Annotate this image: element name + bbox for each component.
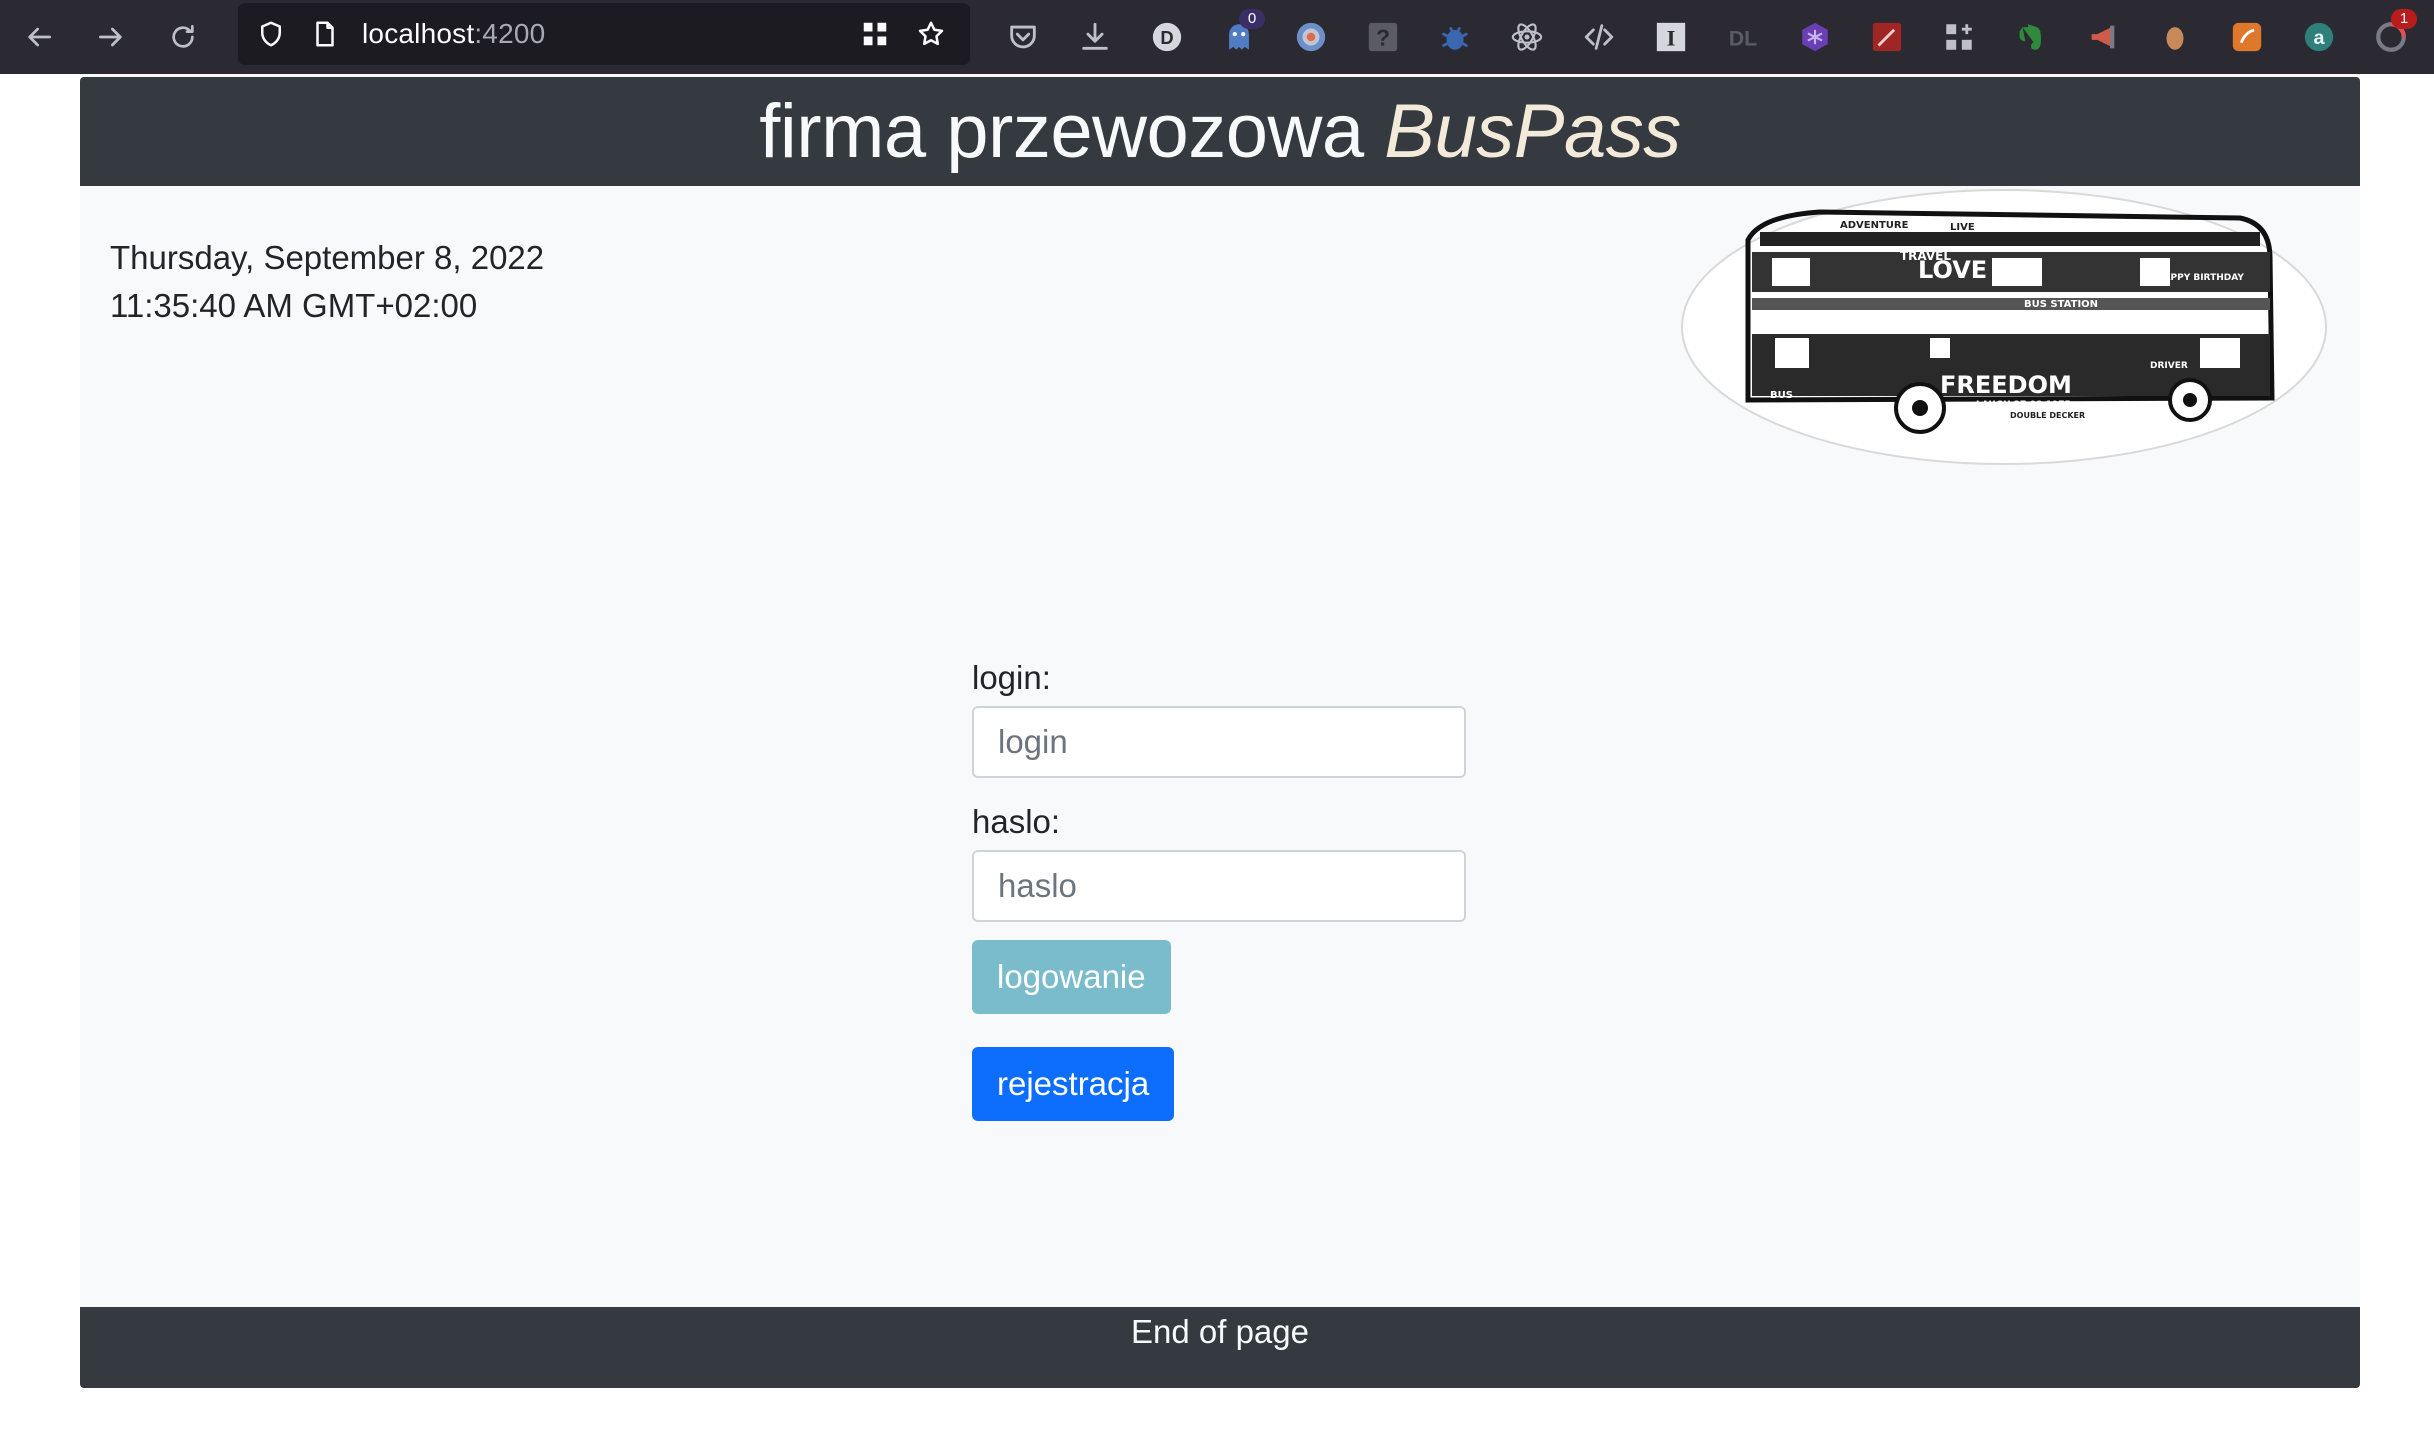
svg-text:DOUBLE DECKER: DOUBLE DECKER (2010, 411, 2085, 420)
page-footer: End of page (80, 1307, 2360, 1388)
footer-text: End of page (1131, 1313, 1309, 1350)
react-devtools-icon[interactable] (1507, 17, 1547, 57)
svg-text:FREEDOM: FREEDOM (1940, 371, 2072, 399)
page: firma przewozowa BusPass Thursday, Septe… (80, 74, 2360, 1388)
d-extension-icon[interactable]: D (1147, 17, 1187, 57)
login-label: login: (972, 659, 1051, 696)
download-icon[interactable] (1075, 17, 1115, 57)
url-text[interactable]: localhost:4200 (362, 3, 545, 65)
current-date: Thursday, September 8, 2022 (110, 239, 545, 276)
grid-plus-extension-icon[interactable] (1939, 17, 1979, 57)
svg-text:I: I (1667, 26, 1676, 51)
circle-extension-icon[interactable] (1291, 17, 1331, 57)
browser-toolbar: localhost:4200 D 0 ? I DL a 1 (0, 0, 2434, 74)
ghost-extension-badge: 0 (1239, 9, 1265, 29)
evernote-extension-icon[interactable] (2011, 17, 2051, 57)
svg-text:?: ? (1376, 25, 1390, 51)
forward-arrow-icon (99, 27, 122, 47)
svg-text:LIVE: LIVE (1950, 222, 1975, 233)
megaphone-extension-icon[interactable] (2083, 17, 2123, 57)
orange-extension-icon[interactable] (2227, 17, 2267, 57)
code-extension-icon[interactable] (1579, 17, 1619, 57)
current-time: 11:35:40 AM GMT+02:00 (110, 287, 478, 324)
i-extension-icon[interactable]: I (1651, 17, 1691, 57)
wand-extension-icon[interactable] (1867, 17, 1907, 57)
profile-extension-icon[interactable]: 1 (2371, 9, 2417, 57)
svg-text:D: D (1160, 27, 1173, 48)
page-title: firma przewozowa BusPass (759, 89, 1681, 174)
a-extension-icon[interactable]: a (2299, 17, 2339, 57)
svg-text:BUS: BUS (1770, 390, 1793, 401)
bus-logo: LOVE FREEDOM TRAVEL BUS STATION HAPPY BI… (1681, 189, 2327, 465)
svg-text:ADVENTURE: ADVENTURE (1840, 220, 1909, 231)
dl-extension-icon[interactable]: DL (1723, 17, 1763, 57)
password-label: haslo: (972, 803, 1061, 840)
bookmark-star-icon[interactable] (914, 17, 948, 51)
back-button[interactable] (18, 16, 60, 58)
reload-button[interactable] (162, 16, 204, 58)
grid-icon[interactable] (858, 17, 892, 51)
pocket-icon[interactable] (1003, 17, 1043, 57)
register-button[interactable]: rejestracja (972, 1047, 1175, 1121)
egg-extension-icon[interactable] (2155, 17, 2195, 57)
login-button[interactable]: logowanie (972, 940, 1171, 1014)
profile-extension-badge: 1 (2391, 9, 2417, 29)
login-form: login: haslo: logowanie rejestracja (972, 656, 1472, 1121)
svg-text:TRAVEL: TRAVEL (1900, 249, 1951, 263)
svg-text:BUS STATION: BUS STATION (2024, 299, 2098, 310)
datetime: Thursday, September 8, 2022 11:35:40 AM … (110, 234, 544, 330)
svg-text:DL: DL (1729, 27, 1757, 51)
svg-text:LAUGH 27.08.1975: LAUGH 27.08.1975 (1976, 400, 2071, 410)
login-input[interactable] (972, 706, 1466, 778)
question-extension-icon[interactable]: ? (1363, 17, 1403, 57)
reload-icon (172, 25, 194, 48)
svg-text:HAPPY BIRTHDAY: HAPPY BIRTHDAY (2156, 273, 2244, 283)
ghost-extension-icon[interactable]: 0 (1219, 9, 1265, 57)
page-icon (308, 17, 342, 51)
back-arrow-icon (28, 27, 51, 47)
svg-text:a: a (2313, 27, 2325, 49)
bug-extension-icon[interactable] (1435, 17, 1475, 57)
shield-icon[interactable] (254, 17, 288, 51)
svg-text:DRIVER: DRIVER (2150, 361, 2188, 371)
forward-button[interactable] (90, 16, 132, 58)
hexagon-extension-icon[interactable] (1795, 17, 1835, 57)
password-input[interactable] (972, 850, 1466, 922)
page-header: firma przewozowa BusPass (80, 77, 2360, 186)
brand-name: BusPass (1384, 89, 1681, 174)
url-bar[interactable]: localhost:4200 (238, 3, 970, 65)
